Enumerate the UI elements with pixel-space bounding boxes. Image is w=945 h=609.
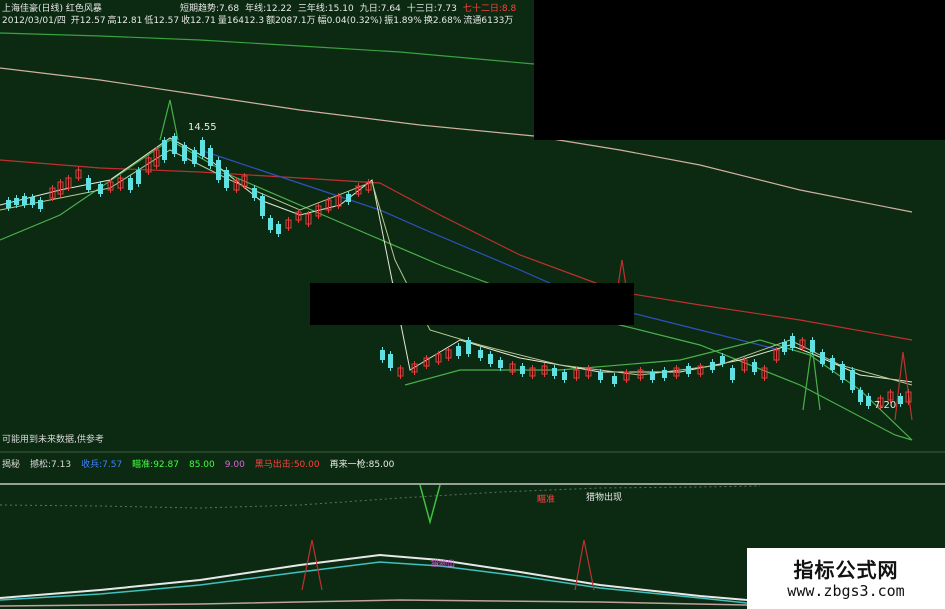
osc-legend-item: 再来一枪:85.00 — [329, 460, 395, 470]
candle-body — [192, 150, 197, 164]
candle-body — [866, 396, 871, 406]
candle-body — [466, 340, 471, 354]
quote-item: 幅0.04(0.32%) — [317, 16, 383, 26]
oscillator-legend: 揭秘 撼松:7.13 收兵:7.57 瞄准:92.87 85.00 9.00 黑马出击:50… — [2, 457, 404, 470]
candle-body — [38, 200, 43, 209]
osc-legend-item: 撼松:7.13 — [30, 460, 72, 470]
signal-purple-label: 猎物出 — [431, 559, 455, 568]
candle-body — [200, 140, 205, 156]
quote-bar: 2012/03/01/四 开12.57 高12.81 低12.57 收12.71 量16… — [2, 13, 514, 26]
watermark-logo: 指标公式网 www.zbgs3.com — [747, 548, 945, 609]
candle-body — [598, 372, 603, 380]
candle-body — [790, 336, 795, 348]
watermark-url: www.zbgs3.com — [787, 582, 905, 600]
quote-item: 高12.81 — [107, 16, 143, 26]
candle-body — [612, 376, 617, 384]
osc-dotted-curve — [0, 485, 761, 509]
osc-legend-item: 揭秘 — [2, 460, 21, 470]
black-overlay — [534, 0, 945, 140]
candle-body — [98, 184, 103, 194]
candle-body — [498, 360, 503, 368]
osc-green-dip — [419, 484, 441, 525]
candle-body — [662, 370, 667, 378]
candle-body — [224, 170, 229, 188]
candle-body — [488, 354, 493, 364]
candle-body — [22, 196, 27, 205]
candle-body — [520, 366, 525, 374]
candle-body — [276, 224, 281, 234]
candle-body — [6, 200, 11, 208]
candle-body — [782, 342, 787, 352]
ma-legend: 短期趋势:7.68 年线:12.22 三年线:15.10 九日:7.64 十三日:7.7… — [180, 1, 522, 14]
candle-body — [346, 194, 351, 202]
candle-body — [162, 140, 167, 160]
candle-body — [456, 346, 461, 356]
candle-body — [898, 396, 903, 404]
signal-red-label: 瞄准 — [537, 495, 556, 505]
spike-red-2 — [894, 351, 913, 421]
candle-body — [380, 350, 385, 360]
candle-body — [128, 178, 133, 190]
quote-item: 量16412.3 — [217, 16, 265, 26]
candle-body — [562, 372, 567, 380]
spike-green-high — [159, 99, 179, 141]
future-data-note: 可能用到未来数据,供参考 — [2, 435, 104, 445]
candle-body — [850, 370, 855, 390]
quote-items: 开12.57 高12.81 低12.57 收12.71 量16412.3 额2087.1万… — [69, 16, 514, 26]
candle-body — [710, 362, 715, 370]
candle-body — [252, 188, 257, 198]
watermark-title: 指标公式网 — [793, 558, 899, 582]
candle-body — [268, 218, 273, 230]
high-price-label: 14.55 — [188, 122, 217, 133]
candle-body — [136, 170, 141, 184]
low-price-label: 7.20 — [874, 400, 896, 411]
candle-body — [820, 352, 825, 364]
candle-body — [14, 198, 19, 205]
candle-body — [840, 364, 845, 380]
candle-body — [810, 340, 815, 352]
spike-green-mid — [802, 344, 821, 411]
candle-body — [752, 362, 757, 372]
candle-body — [830, 358, 835, 370]
candle-body — [388, 354, 393, 368]
osc-legend-item: 9.00 — [224, 460, 245, 470]
osc-cyan-line — [0, 561, 748, 604]
candle-body — [86, 178, 91, 190]
candle-body — [182, 145, 187, 161]
osc-legend-item: 瞄准:92.87 — [132, 460, 179, 470]
candle-body — [216, 160, 221, 180]
quote-item: 流通6133万 — [463, 16, 514, 26]
ma-green-long — [0, 32, 535, 65]
candle-body — [730, 368, 735, 380]
candle-body — [260, 196, 265, 216]
quote-item: 低12.57 — [144, 16, 180, 26]
candle-body — [552, 368, 557, 376]
osc-bottom-line — [0, 599, 748, 607]
candle-body — [858, 390, 863, 402]
candle-body — [720, 356, 725, 364]
candle-body — [478, 350, 483, 358]
quote-item: 开12.57 — [70, 16, 106, 26]
redaction-box — [310, 283, 634, 325]
candle-body — [650, 372, 655, 380]
quote-date: 2012/03/01/四 — [2, 16, 66, 26]
quote-item: 换2.68% — [423, 16, 462, 26]
candle-body — [686, 366, 691, 374]
candlesticks — [6, 133, 912, 409]
signal-label: 猎物出现 — [586, 493, 623, 503]
candle-body — [30, 197, 35, 205]
quote-item: 收12.71 — [181, 16, 216, 26]
candle-body — [208, 148, 213, 166]
quote-item: 额2087.1万 — [266, 16, 316, 26]
osc-legend-item: 黑马出击:50.00 — [254, 460, 320, 470]
chart-title: 上海佳豪(日线) 红色风暴 — [2, 1, 102, 14]
osc-legend-item: 85.00 — [188, 460, 215, 470]
quote-item: 振1.89% — [384, 16, 422, 26]
candle-body — [172, 136, 177, 154]
osc-legend-item: 收兵:7.57 — [81, 460, 123, 470]
